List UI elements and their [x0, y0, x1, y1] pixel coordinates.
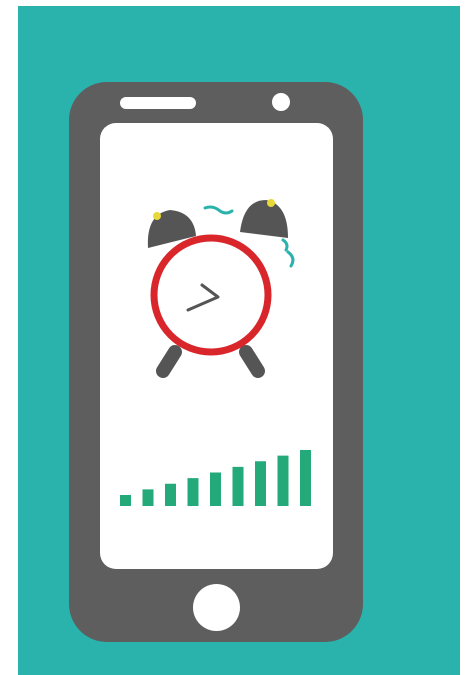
signal-bar	[255, 461, 266, 506]
signal-bar	[232, 466, 244, 506]
alarm-clock-icon	[147, 199, 288, 378]
right-bell	[240, 200, 288, 238]
right-leg	[239, 345, 265, 378]
signal-bar	[300, 450, 311, 506]
signal-bar	[187, 478, 199, 506]
clock-face	[150, 234, 272, 356]
right-bell-knob	[267, 199, 275, 207]
signal-bar	[210, 472, 221, 506]
signal-bar	[120, 495, 131, 506]
phone-illustration	[120, 199, 311, 506]
signal-bar	[277, 455, 289, 506]
signal-bar	[142, 489, 154, 506]
signal-strength-icon	[120, 450, 311, 506]
left-leg	[156, 345, 182, 378]
signal-bar	[165, 483, 176, 506]
left-bell-knob	[153, 212, 161, 220]
